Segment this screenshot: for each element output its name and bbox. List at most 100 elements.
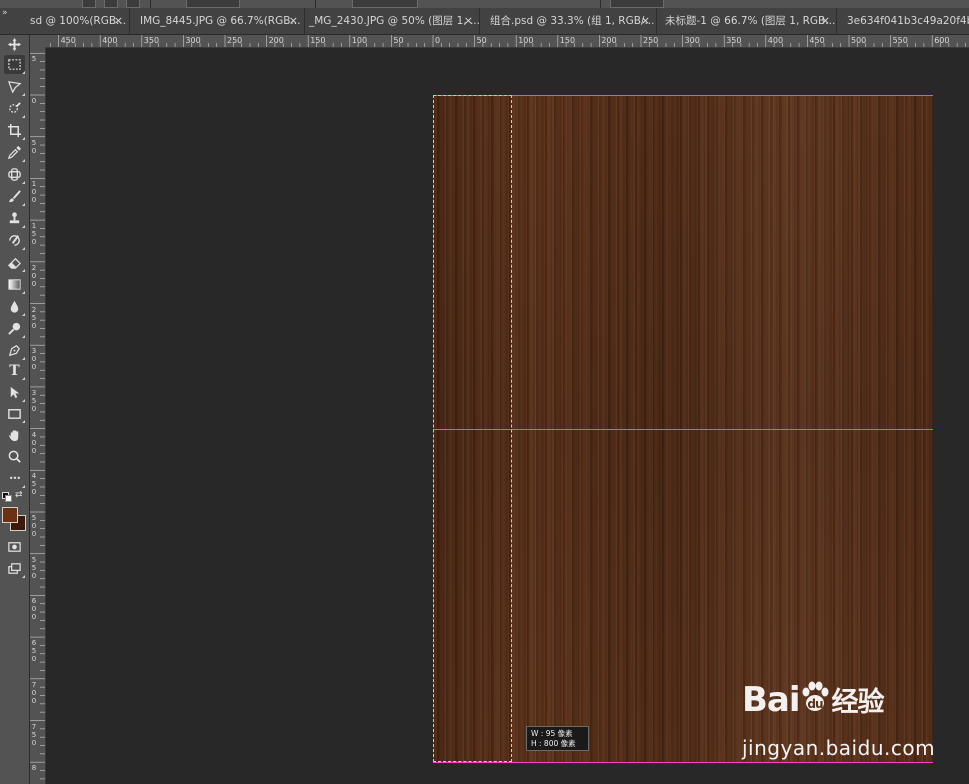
ruler-label: 0 [435,36,441,45]
healing-brush-tool[interactable] [4,165,25,184]
width-readout: W : 95 像素 [531,729,573,738]
document-tab[interactable]: 3e634f041b3c49a20f4b4f6... [843,8,969,34]
history-brush-icon [9,235,20,246]
document-tab[interactable]: _MG_2430.JPG @ 50% (图层 1, ... × [305,8,480,34]
lasso-tool[interactable] [4,77,25,96]
option-button[interactable] [104,0,118,8]
tab-label: sd @ 100%(RGB... [30,15,127,27]
foreground-color-swatch[interactable] [2,507,18,523]
tab-close-icon[interactable]: × [821,8,830,34]
horizontal-ruler[interactable]: 450 400 350 300 250 200 150 100 50 0 50 100 150 200 25… [45,35,969,48]
ruler-label: 8 [31,764,37,773]
ruler-label: 500 [851,36,867,45]
document-tab[interactable]: 组合.psd @ 33.3% (组 1, RGB/... × [486,8,657,34]
tab-close-icon[interactable]: × [289,8,298,34]
tab-close-icon[interactable]: × [114,8,123,34]
ruler-label: 450 [60,36,76,45]
dodge-tool[interactable] [4,319,25,338]
eyedropper-tool[interactable] [4,143,25,162]
tab-label: 未标题-1 @ 66.7% (图层 1, RGB... [665,15,836,27]
blur-tool[interactable] [4,297,25,316]
ruler-label: 600 [31,597,37,622]
document-tab[interactable]: 未标题-1 @ 66.7% (图层 1, RGB... × [661,8,837,34]
svg-text:du: du [807,697,823,711]
ruler-label: 700 [31,680,37,705]
document-tab[interactable]: IMG_8445.JPG @ 66.7%(RGB... × [136,8,305,34]
ruler-label: 350 [143,36,160,45]
rectangle-tool[interactable] [4,404,25,423]
history-brush-tool[interactable] [4,231,25,250]
rect-marquee-tool[interactable] [4,55,25,74]
selection-size-tooltip: W : 95 像素 H : 800 像素 [526,726,589,751]
more-tools[interactable]: ••• [4,469,25,488]
watermark-url: jingyan.baidu.com [742,736,936,760]
stamp-icon [9,212,20,224]
gradient-icon [8,279,21,290]
quick-select-icon [9,102,21,113]
ruler-label: 100 [518,36,534,45]
ruler-label: 50 [31,138,37,155]
quick-select-tool[interactable] [4,99,25,118]
swap-colors-icon[interactable]: ⇄ [15,490,23,500]
ruler-label: 300 [185,36,201,45]
hand-tool[interactable] [4,426,25,445]
ruler-label: 400 [31,430,37,455]
gradient-tool[interactable] [4,275,25,294]
ruler-label: 600 [934,36,950,45]
brush-tool[interactable] [4,187,25,206]
type-tool[interactable]: T [4,361,25,380]
ruler-label: 300 [684,36,700,45]
ruler-label: 350 [726,36,742,45]
quick-mask-icon [8,542,21,552]
option-button[interactable] [126,0,140,8]
ruler-label: 0 [31,97,37,105]
screen-mode-button[interactable] [4,559,25,578]
zoom-tool[interactable] [4,447,25,466]
path-select-tool[interactable] [4,383,25,402]
ruler-label: 350 [31,388,37,413]
tools-panel: T ••• ⇄ [0,35,30,784]
option-field[interactable] [186,0,240,8]
panel-collapse-icon[interactable]: » [2,8,8,18]
lasso-icon [7,81,22,94]
eraser-tool[interactable] [4,253,25,272]
selection-marquee[interactable] [433,95,512,762]
ruler-label: 150 [31,222,37,247]
ruler-label: 450 [809,36,825,45]
tab-close-icon[interactable]: × [464,8,473,34]
ruler-label: 100 [31,180,37,205]
blur-icon [10,300,19,313]
ruler-label: 500 [31,514,37,538]
pen-icon [8,345,20,357]
hand-icon [8,430,19,442]
healing-icon [8,168,21,181]
crop-icon [7,123,22,138]
tab-close-icon[interactable]: × [641,8,650,34]
watermark-brand: Bai du 经验 [742,680,885,720]
ruler-label: 750 [31,722,37,747]
tab-label: IMG_8445.JPG @ 66.7%(RGB... [140,15,301,27]
ruler-label: 100 [351,36,368,45]
crop-tool[interactable] [4,121,25,140]
paw-icon: du [800,680,830,714]
zoom-icon [8,450,21,463]
ruler-label: 5 [31,55,37,64]
move-tool[interactable] [4,35,25,54]
option-field[interactable] [610,0,664,8]
arrow-icon [10,386,20,399]
baidu-jingyan-watermark: Bai du 经验 jingyan.baidu.com [742,680,967,770]
ruler-label: 250 [31,305,37,330]
ruler-label: 250 [227,36,243,45]
tab-label: _MG_2430.JPG @ 50% (图层 1, ... [309,15,480,27]
default-colors-icon[interactable] [2,492,12,502]
pen-tool[interactable] [4,341,25,360]
clone-stamp-tool[interactable] [4,209,25,228]
ruler-label: 650 [31,639,37,664]
ruler-origin[interactable] [30,35,45,47]
rectangle-icon [8,409,21,419]
document-tab[interactable]: sd @ 100%(RGB... × [26,8,130,34]
vertical-ruler[interactable]: 5050100150200250300350400450500550600650… [30,47,46,784]
style-select[interactable] [352,0,418,8]
option-button[interactable] [82,0,96,8]
quick-mask-button[interactable] [4,537,25,556]
